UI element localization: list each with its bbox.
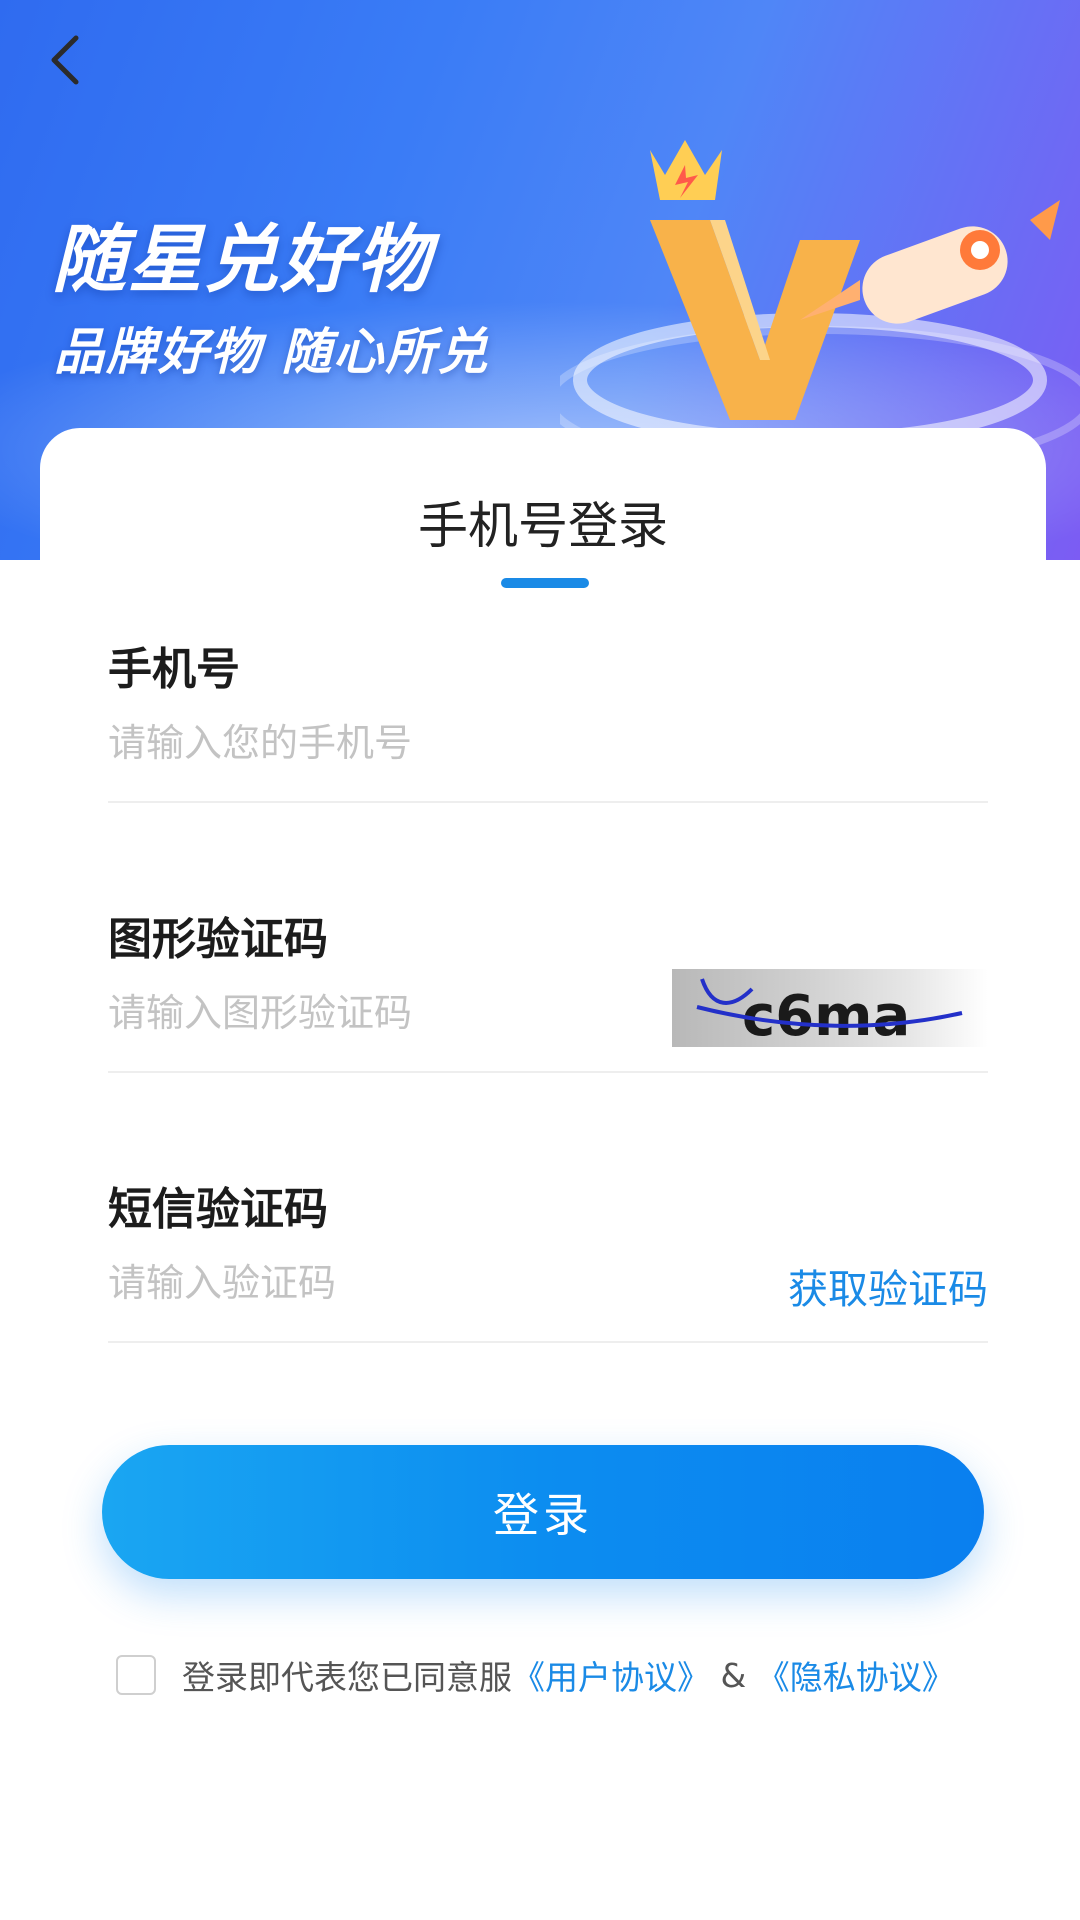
captcha-input[interactable] [108,981,628,1045]
captcha-field-group: 图形验证码 c6ma [108,903,988,1075]
sms-code-input[interactable] [108,1251,628,1315]
banner-title: 随星兑好物 [52,217,432,303]
captcha-divider [108,1071,988,1073]
chevron-left-icon [51,35,79,85]
login-title: 手机号登录 [418,497,668,555]
crown-v-rocket-illustration [560,140,1080,460]
phone-label: 手机号 [108,644,240,695]
agreement-checkbox[interactable] [116,1655,156,1695]
agreement-separator: & [710,1655,757,1695]
sms-divider [108,1341,988,1343]
phone-input[interactable] [108,711,668,775]
sms-field-group: 短信验证码 获取验证码 [108,1173,988,1345]
captcha-image[interactable]: c6ma [672,969,988,1049]
privacy-agreement-link[interactable]: 《隐私协议》 [757,1651,955,1699]
banner-subtitle: 品牌好物 随心所兑 [54,323,490,381]
back-button[interactable] [36,30,96,90]
agreement-row: 登录即代表您已同意服 《用户协议》 & 《隐私协议》 [116,1650,1016,1700]
phone-field-group: 手机号 [108,633,988,805]
sms-label: 短信验证码 [108,1184,328,1235]
captcha-label: 图形验证码 [108,914,328,965]
phone-divider [108,801,988,803]
login-card: 手机号登录 手机号 图形验证码 c6ma 短信验证码 获取验证码 登录 登录即代… [40,428,1046,1920]
agreement-prefix: 登录即代表您已同意服 [182,1658,512,1697]
title-underline [501,578,589,588]
login-button[interactable]: 登录 [102,1445,984,1579]
captcha-text: c6ma [742,984,910,1047]
get-code-button[interactable]: 获取验证码 [788,1257,988,1315]
user-agreement-link[interactable]: 《用户协议》 [512,1651,710,1699]
